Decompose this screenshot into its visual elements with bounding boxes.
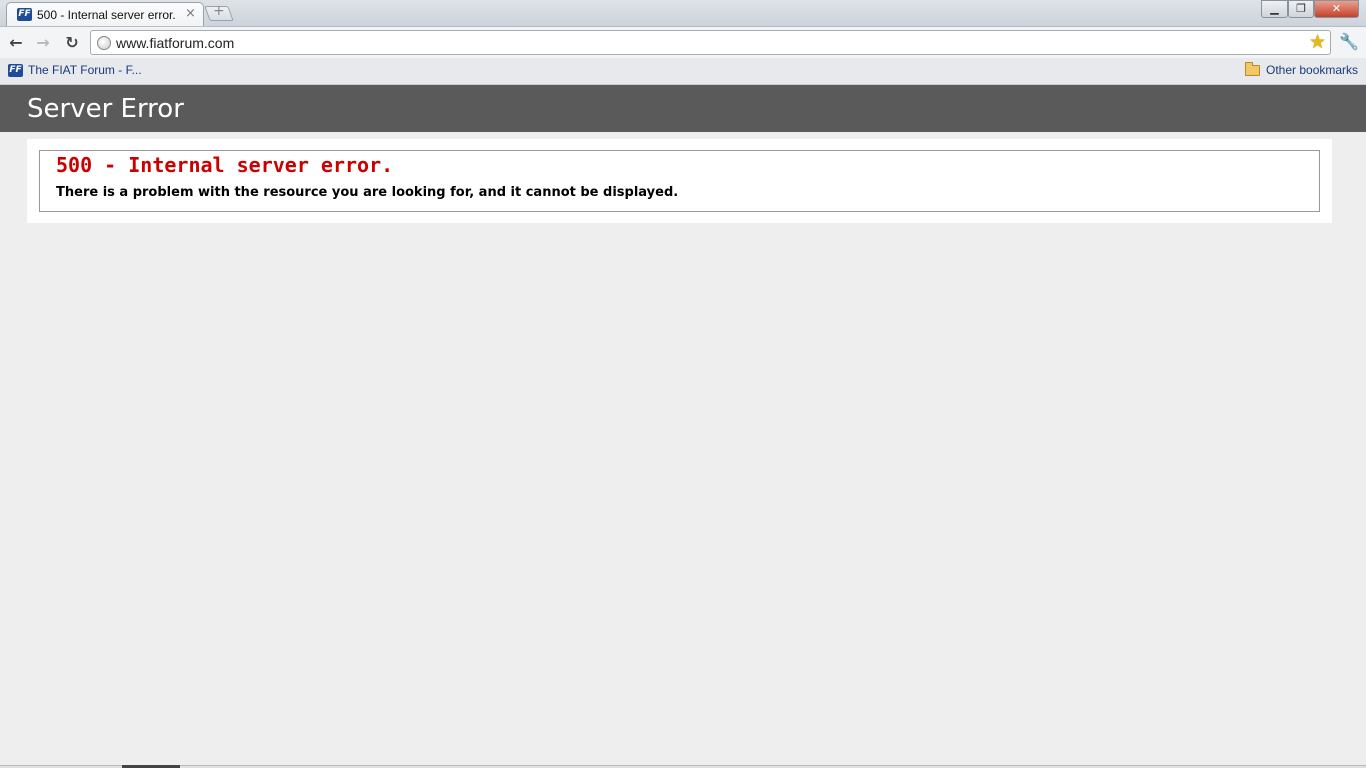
error-heading: 500 - Internal server error. [56, 153, 394, 177]
bookmark-fiat-forum[interactable]: The FIAT Forum - F... [28, 63, 142, 77]
window-titlebar: FF 500 - Internal server error. × + ▁ ❐ … [0, 0, 1366, 26]
minimize-button[interactable]: ▁ [1261, 0, 1288, 18]
folder-icon [1245, 62, 1260, 76]
back-arrow-icon[interactable]: ← [6, 33, 26, 53]
reload-icon[interactable]: ↻ [62, 33, 82, 53]
address-bar[interactable]: www.fiatforum.com ★ [90, 30, 1331, 55]
error-message: There is a problem with the resource you… [56, 185, 679, 200]
tab-active[interactable]: FF 500 - Internal server error. × [6, 2, 204, 26]
browser-toolbar: ← → ↻ www.fiatforum.com ★ 🔧 [0, 26, 1366, 58]
page-content: Server Error 500 - Internal server error… [0, 85, 1366, 768]
url-text[interactable]: www.fiatforum.com [116, 35, 234, 51]
other-bookmarks-link[interactable]: Other bookmarks [1266, 63, 1358, 77]
wrench-icon[interactable]: 🔧 [1339, 32, 1359, 51]
close-window-button[interactable]: ✕ [1314, 0, 1359, 18]
header-bar: Server Error [0, 85, 1366, 132]
error-box: 500 - Internal server error. There is a … [39, 150, 1320, 212]
fiatforum-bookmark-favicon-icon: FF [8, 64, 23, 77]
content-panel: 500 - Internal server error. There is a … [27, 139, 1332, 223]
tab-title: 500 - Internal server error. [37, 8, 176, 22]
page-title: Server Error [27, 94, 184, 124]
plus-icon[interactable]: + [213, 3, 225, 19]
maximize-button[interactable]: ❐ [1288, 0, 1314, 18]
bookmarks-bar: FF The FIAT Forum - F... Other bookmarks [0, 58, 1366, 85]
bookmark-star-icon[interactable]: ★ [1309, 31, 1326, 53]
globe-icon [97, 36, 111, 50]
fiatforum-favicon-icon: FF [17, 8, 32, 21]
tab-close-icon[interactable]: × [185, 6, 196, 21]
forward-arrow-icon[interactable]: → [33, 33, 53, 53]
